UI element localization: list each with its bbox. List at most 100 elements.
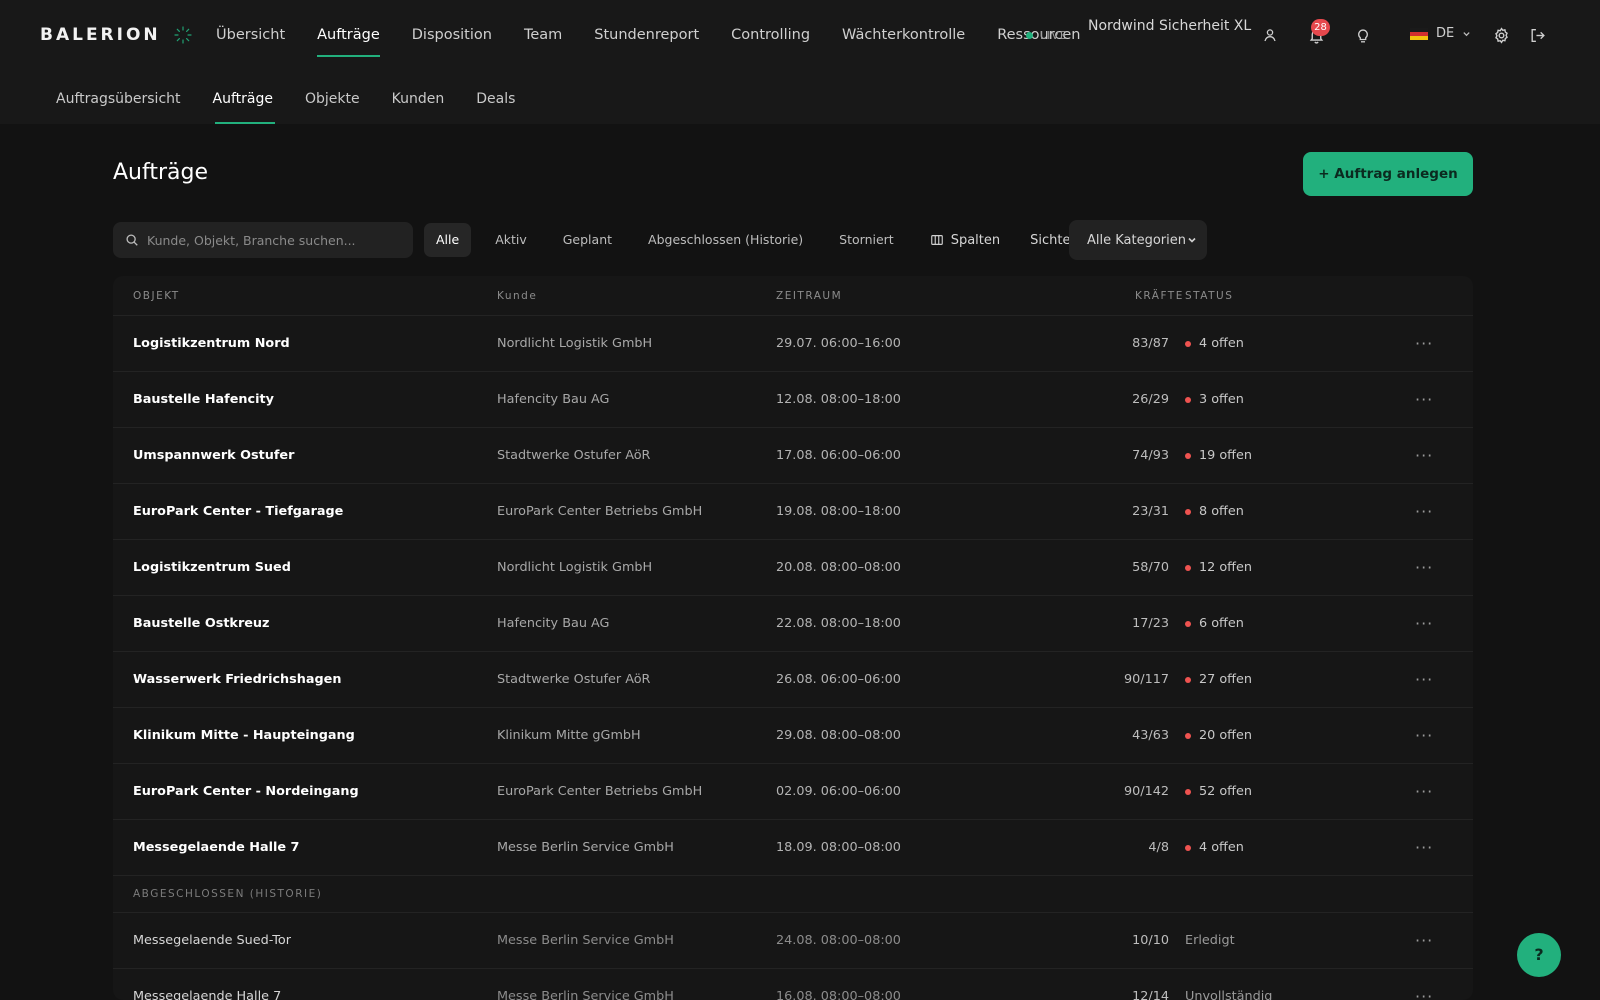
more-icon[interactable]: ··· [1415,558,1473,577]
more-icon[interactable]: ··· [1415,670,1473,689]
cell-kraefte: 10/10 [1132,933,1169,948]
table-row[interactable]: Messegelaende Sued-Tor Messe Berlin Servi… [113,913,1473,969]
cell-kunde: EuroPark Center Betriebs GmbH [497,504,703,519]
more-icon[interactable]: ··· [1415,502,1473,521]
cell-zeitraum: 16.08. 08:00–08:00 [776,989,901,1000]
table-row[interactable]: EuroPark Center - Nordeingang EuroPark Ce… [113,764,1473,820]
cell-objekt: Messegelaende Halle 7 [133,840,300,855]
table-row[interactable]: Umspannwerk Ostufer Stadtwerke Ostufer Aö… [113,428,1473,484]
gear-icon[interactable] [1491,25,1511,45]
status-dot [1185,452,1191,459]
logout-icon[interactable] [1527,25,1547,45]
nav-item-stundenreport[interactable]: Stundenreport [578,0,715,70]
cell-objekt: Baustelle Ostkreuz [133,616,270,631]
more-icon[interactable]: ··· [1415,614,1473,633]
more-icon[interactable]: ··· [1415,334,1473,353]
cell-kraefte: 74/93 [1132,448,1169,463]
header-status[interactable]: STATUS [1185,290,1415,302]
company-name[interactable]: Nordwind Sicherheit XL [1088,18,1251,34]
header-kraefte[interactable]: KRÄFTE [1008,290,1185,302]
help-button[interactable]: ? [1517,933,1561,977]
more-icon[interactable]: ··· [1415,838,1473,857]
nav-item-waechterkontrolle[interactable]: Wächterkontrolle [826,0,981,70]
cell-status: Erledigt [1185,933,1415,948]
chevron-down-icon [1463,32,1470,37]
create-order-button[interactable]: + Auftrag anlegen [1303,152,1473,196]
tab-deals[interactable]: Deals [460,70,531,124]
page-title: Aufträge [113,160,209,185]
table-row[interactable]: Logistikzentrum Sued Nordlicht Logistik G… [113,540,1473,596]
cell-status: 27 offen [1185,672,1415,687]
lightbulb-icon[interactable] [1353,25,1373,45]
history-table-body: Messegelaende Sued-Tor Messe Berlin Servi… [113,913,1473,1000]
top-bar: BALERION Übersicht Aufträge Disposition … [0,0,1600,124]
language-selector[interactable]: DE [1410,26,1471,41]
live-label: LIVE [1040,29,1068,42]
more-icon[interactable]: ··· [1415,446,1473,465]
cell-objekt: Umspannwerk Ostufer [133,448,295,463]
header-zeitraum[interactable]: ZEITRAUM [776,290,1008,302]
cell-kraefte: 90/117 [1123,672,1169,687]
search-input[interactable] [147,232,397,248]
table-row[interactable]: Messegelaende Halle 7 Messe Berlin Servic… [113,969,1473,1000]
filter-alle[interactable]: Alle [424,223,472,257]
cell-zeitraum: 17.08. 06:00–06:00 [776,448,901,463]
more-icon[interactable]: ··· [1415,987,1473,1000]
columns-button[interactable]: Spalten [930,223,1000,257]
table-row[interactable]: EuroPark Center - Tiefgarage EuroPark Cen… [113,484,1473,540]
category-select[interactable]: Alle Kategorien [1069,220,1207,260]
table-row[interactable]: Logistikzentrum Nord Nordlicht Logistik G… [113,316,1473,372]
nav-item-auftraege[interactable]: Aufträge [301,0,396,70]
more-icon[interactable]: ··· [1415,782,1473,801]
tab-objekte[interactable]: Objekte [289,70,376,124]
status-dot [1185,564,1191,571]
table-row[interactable]: Messegelaende Halle 7 Messe Berlin Servic… [113,820,1473,876]
more-icon[interactable]: ··· [1415,726,1473,745]
filter-geplant[interactable]: Geplant [551,223,624,257]
status-text: 4 offen [1199,336,1244,351]
cell-kraefte: 26/29 [1132,392,1169,407]
status-dot [1185,620,1191,627]
cell-kunde: Stadtwerke Ostufer AöR [497,672,651,687]
nav-item-disposition[interactable]: Disposition [396,0,508,70]
cell-objekt: Wasserwerk Friedrichshagen [133,672,342,687]
cell-objekt: EuroPark Center - Tiefgarage [133,504,344,519]
cell-objekt: Logistikzentrum Sued [133,560,291,575]
cell-kunde: Klinikum Mitte gGmbH [497,728,641,743]
tab-kunden[interactable]: Kunden [376,70,461,124]
nav-item-uebersicht[interactable]: Übersicht [200,0,301,70]
tab-auftraege[interactable]: Aufträge [197,70,289,124]
search-box[interactable] [113,222,413,258]
cell-status: 8 offen [1185,504,1415,519]
table-row[interactable]: Klinikum Mitte - Haupteingang Klinikum Mi… [113,708,1473,764]
status-dot [1185,732,1191,739]
table-header: OBJEKT Kunde ZEITRAUM KRÄFTE STATUS [113,276,1473,316]
filter-storniert[interactable]: Storniert [827,223,906,257]
nav-item-team[interactable]: Team [508,0,578,70]
status-text: 27 offen [1199,672,1252,687]
cell-kunde: Nordlicht Logistik GmbH [497,336,653,351]
status-dot [1185,396,1191,403]
table-row[interactable]: Wasserwerk Friedrichshagen Stadtwerke Ost… [113,652,1473,708]
nav-item-controlling[interactable]: Controlling [715,0,826,70]
cell-kraefte: 43/63 [1132,728,1169,743]
cell-zeitraum: 02.09. 06:00–06:00 [776,784,901,799]
cell-zeitraum: 20.08. 08:00–08:00 [776,560,901,575]
table-row[interactable]: Baustelle Hafencity Hafencity Bau AG 12.08… [113,372,1473,428]
more-icon[interactable]: ··· [1415,931,1473,950]
cell-kraefte: 90/142 [1123,784,1169,799]
filter-abgeschlossen[interactable]: Abgeschlossen (Historie) [636,223,815,257]
header-kunde[interactable]: Kunde [497,290,776,302]
cell-objekt: Logistikzentrum Nord [133,336,290,351]
cell-zeitraum: 29.07. 06:00–16:00 [776,336,901,351]
tab-auftragsuebersicht[interactable]: Auftragsübersicht [40,70,197,124]
header-objekt[interactable]: OBJEKT [113,290,497,302]
cell-kraefte: 58/70 [1132,560,1169,575]
cell-zeitraum: 29.08. 08:00–08:00 [776,728,901,743]
user-icon[interactable] [1260,25,1280,45]
more-icon[interactable]: ··· [1415,390,1473,409]
table-row[interactable]: Baustelle Ostkreuz Hafencity Bau AG 22.08.… [113,596,1473,652]
brand-logo[interactable]: BALERION [40,25,193,45]
cell-objekt: Messegelaende Halle 7 [133,989,282,1000]
filter-aktiv[interactable]: Aktiv [483,223,539,257]
